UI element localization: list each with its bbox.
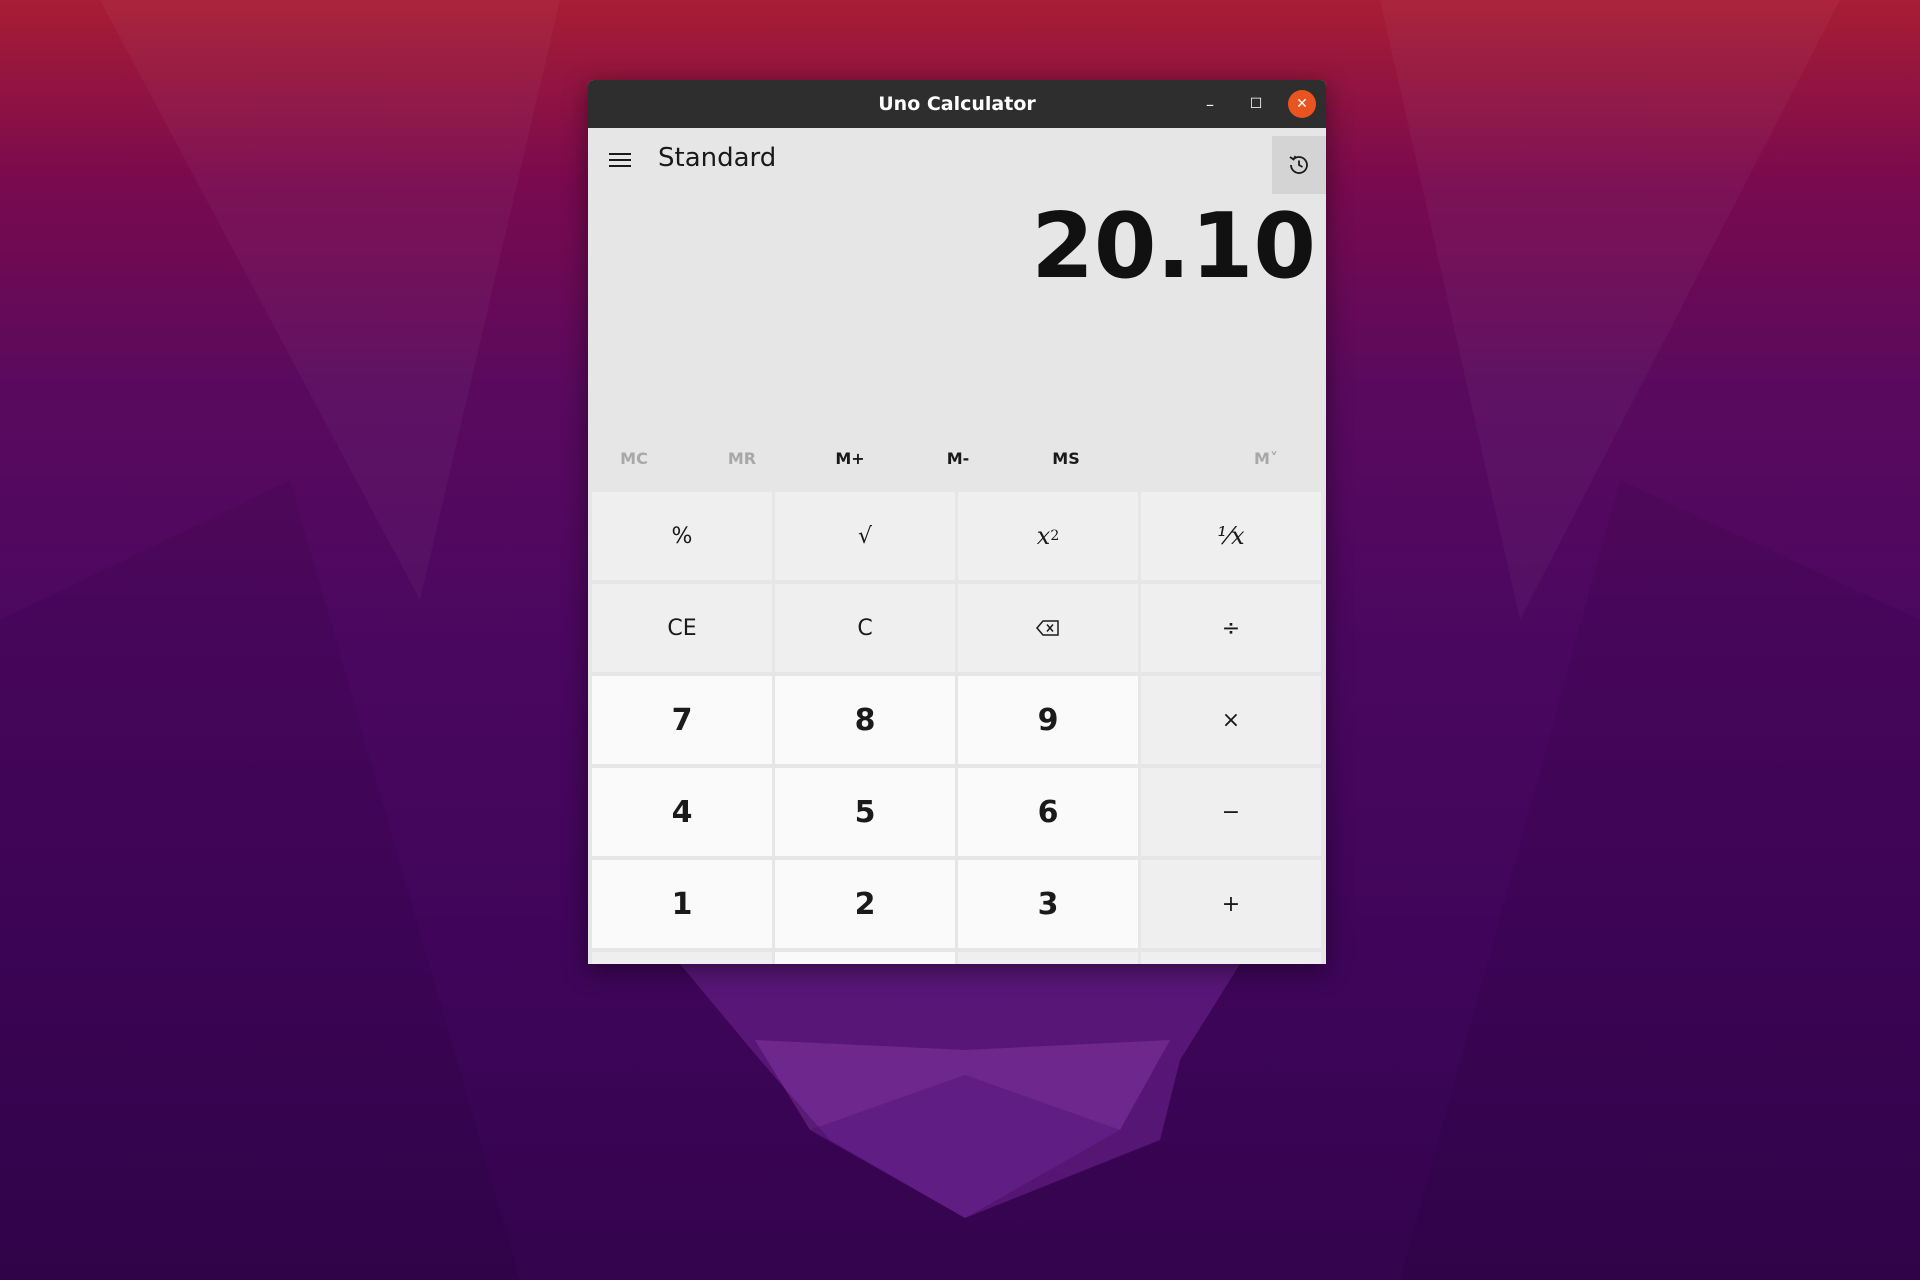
clear-label: C xyxy=(857,615,873,641)
reciprocal-label: ⅟x xyxy=(1217,522,1245,550)
history-button[interactable] xyxy=(1272,136,1326,194)
digit-0-button[interactable]: 0 xyxy=(775,952,955,964)
digit-9-button[interactable]: 9 xyxy=(958,676,1138,764)
clear-entry-button[interactable]: CE xyxy=(592,584,772,672)
result-display: 20.10 xyxy=(1031,194,1316,299)
digit-3-button[interactable]: 3 xyxy=(958,860,1138,948)
backspace-icon xyxy=(1036,620,1059,636)
multiply-button[interactable]: × xyxy=(1141,676,1321,764)
title-bar[interactable]: Uno Calculator – ☐ ✕ xyxy=(588,80,1326,128)
divide-button[interactable]: ÷ xyxy=(1141,584,1321,672)
digit-7-button[interactable]: 7 xyxy=(592,676,772,764)
memory-add-button[interactable]: M+ xyxy=(810,434,890,484)
menu-button[interactable] xyxy=(598,138,642,182)
decimal-button[interactable]: . xyxy=(958,952,1138,964)
square-root-label: √ xyxy=(857,523,873,549)
percent-button[interactable]: % xyxy=(592,492,772,580)
square-button[interactable]: x2 xyxy=(958,492,1138,580)
square-base-label: x xyxy=(1036,522,1051,550)
digit-8-label: 8 xyxy=(854,702,876,738)
digit-9-label: 9 xyxy=(1037,702,1059,738)
digit-2-label: 2 xyxy=(854,886,876,922)
close-button[interactable]: ✕ xyxy=(1288,90,1316,118)
history-icon xyxy=(1289,155,1308,174)
square-exponent-label: 2 xyxy=(1050,528,1060,544)
mode-title: Standard xyxy=(658,143,777,173)
memory-list-button[interactable]: M˅ xyxy=(1226,434,1306,484)
equals-button[interactable]: = xyxy=(1141,952,1321,964)
digit-8-button[interactable]: 8 xyxy=(775,676,955,764)
reciprocal-button[interactable]: ⅟x xyxy=(1141,492,1321,580)
square-root-button[interactable]: √ xyxy=(775,492,955,580)
digit-4-label: 4 xyxy=(671,794,693,830)
subtract-button[interactable]: − xyxy=(1141,768,1321,856)
add-button[interactable]: + xyxy=(1141,860,1321,948)
digit-1-label: 1 xyxy=(671,886,693,922)
negate-button[interactable]: ± xyxy=(592,952,772,964)
minimize-icon: – xyxy=(1206,94,1214,114)
divide-label: ÷ xyxy=(1221,615,1241,641)
digit-6-button[interactable]: 6 xyxy=(958,768,1138,856)
memory-subtract-button[interactable]: M- xyxy=(918,434,998,484)
digit-5-button[interactable]: 5 xyxy=(775,768,955,856)
digit-4-button[interactable]: 4 xyxy=(592,768,772,856)
digit-6-label: 6 xyxy=(1037,794,1059,830)
clear-button[interactable]: C xyxy=(775,584,955,672)
digit-1-button[interactable]: 1 xyxy=(592,860,772,948)
memory-row: MC MR M+ M- MS M˅ xyxy=(588,434,1326,484)
minimize-button[interactable]: – xyxy=(1196,90,1224,118)
add-label: + xyxy=(1221,891,1241,917)
maximize-button[interactable]: ☐ xyxy=(1242,90,1270,118)
app-header: Standard xyxy=(588,128,1326,194)
clear-entry-label: CE xyxy=(667,615,697,641)
backspace-button[interactable] xyxy=(958,584,1138,672)
close-icon: ✕ xyxy=(1296,96,1308,112)
desktop-wallpaper: Uno Calculator – ☐ ✕ Standard 20.10 MC M… xyxy=(0,0,1920,1280)
calculator-window: Uno Calculator – ☐ ✕ Standard 20.10 MC M… xyxy=(588,80,1326,964)
keypad: % √ x2 ⅟x CE C ÷ 7 8 9 × 4 5 6 − 1 2 3 + xyxy=(592,492,1324,964)
digit-7-label: 7 xyxy=(671,702,693,738)
digit-5-label: 5 xyxy=(854,794,876,830)
percent-label: % xyxy=(671,523,693,549)
multiply-label: × xyxy=(1221,707,1241,733)
hamburger-icon xyxy=(609,153,631,167)
memory-clear-button[interactable]: MC xyxy=(594,434,674,484)
maximize-icon: ☐ xyxy=(1249,96,1263,112)
subtract-label: − xyxy=(1221,799,1241,825)
digit-3-label: 3 xyxy=(1037,886,1059,922)
digit-2-button[interactable]: 2 xyxy=(775,860,955,948)
memory-recall-button[interactable]: MR xyxy=(702,434,782,484)
memory-store-button[interactable]: MS xyxy=(1026,434,1106,484)
